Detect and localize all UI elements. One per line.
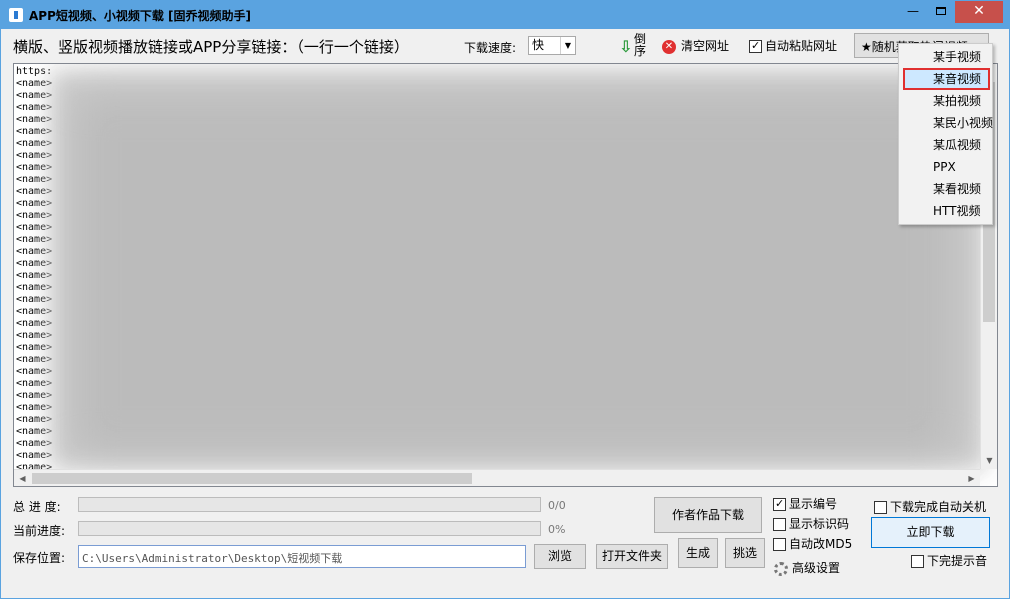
show-number-label: 显示编号 (789, 497, 838, 511)
url-textarea[interactable]: https: <name> <name> <name> <name> <name… (13, 63, 998, 487)
hot-video-dropdown-menu: 某手视频 某音视频 某拍视频 某民小视频 某瓜视频 PPX 某看视频 HTT视频 (898, 43, 993, 225)
open-folder-button[interactable]: 打开文件夹 (596, 544, 668, 569)
reverse-order-label: 倒序 (634, 32, 647, 58)
horizontal-scroll-thumb[interactable] (32, 473, 472, 484)
links-label: 横版、竖版视频播放链接或APP分享链接：（一行一个链接） (13, 38, 409, 56)
show-number-checkbox[interactable] (773, 497, 786, 511)
minimize-icon: — (907, 4, 919, 18)
dropdown-item[interactable]: 某音视频 (903, 68, 990, 90)
title-bar[interactable]: APP短视频、小视频下载 [固乔视频助手] — ✕ (1, 1, 1009, 29)
main-panel: 横版、竖版视频播放链接或APP分享链接：（一行一个链接） 下载速度: 快 ▼ ⇩… (9, 30, 1003, 593)
scroll-down-icon[interactable]: ▼ (981, 452, 997, 469)
browse-button[interactable]: 浏览 (534, 544, 586, 569)
clear-urls-button[interactable]: ✕ 清空网址 (662, 37, 729, 55)
speed-value: 快 (532, 38, 545, 52)
total-progress-bar (78, 497, 541, 512)
save-path-input[interactable]: C:\Users\Administrator\Desktop\短视频下载 (78, 545, 526, 568)
show-id-checkbox[interactable] (773, 518, 786, 531)
auto-shutdown-option[interactable]: 下载完成自动关机 (874, 498, 986, 515)
redacted-content-overlay (74, 94, 954, 454)
current-progress-label: 当前进度: (13, 524, 66, 538)
current-progress-value: 0% (548, 523, 566, 536)
window-title: APP短视频、小视频下载 [固乔视频助手] (29, 9, 252, 23)
speed-select[interactable]: 快 ▼ (528, 36, 576, 55)
advanced-settings-link[interactable]: 高级设置 (774, 559, 840, 576)
advanced-settings-label: 高级设置 (792, 561, 841, 575)
url-lines: https: <name> <name> <name> <name> <name… (16, 66, 53, 473)
completion-sound-option[interactable]: 下完提示音 (911, 552, 987, 569)
app-window: APP短视频、小视频下载 [固乔视频助手] — ✕ 横版、竖版视频播放链接或AP… (0, 0, 1010, 599)
dropdown-item[interactable]: 某手视频 (903, 46, 990, 68)
dropdown-item[interactable]: 某看视频 (903, 178, 990, 200)
save-location-label: 保存位置: (13, 551, 66, 565)
scroll-left-icon[interactable]: ◀ (14, 470, 31, 486)
auto-shutdown-label: 下载完成自动关机 (890, 500, 987, 514)
dropdown-item[interactable]: 某拍视频 (903, 90, 990, 112)
download-now-button[interactable]: 立即下载 (871, 517, 990, 548)
app-logo-icon (9, 8, 23, 22)
clear-icon: ✕ (662, 39, 676, 54)
completion-sound-checkbox[interactable] (911, 555, 924, 568)
dropdown-item[interactable]: PPX (903, 156, 990, 178)
autopaste-checkbox[interactable] (749, 39, 762, 53)
auto-shutdown-checkbox[interactable] (874, 501, 887, 514)
completion-sound-label: 下完提示音 (927, 554, 988, 568)
author-works-download-button[interactable]: 作者作品下载 (654, 497, 762, 533)
minimize-button[interactable]: — (899, 1, 927, 23)
dropdown-item[interactable]: HTT视频 (903, 200, 990, 222)
auto-md5-option[interactable]: 自动改MD5 (773, 535, 852, 552)
show-number-option[interactable]: 显示编号 (773, 495, 837, 512)
arrow-down-icon: ⇩ (619, 37, 633, 56)
auto-md5-label: 自动改MD5 (789, 537, 853, 551)
scroll-right-icon[interactable]: ▶ (963, 470, 980, 486)
maximize-button[interactable] (927, 1, 955, 23)
current-progress-bar (78, 521, 541, 536)
show-id-option[interactable]: 显示标识码 (773, 515, 849, 532)
auto-md5-checkbox[interactable] (773, 538, 786, 551)
autopaste-option[interactable]: 自动粘贴网址 (749, 37, 837, 54)
total-progress-label: 总 进 度: (13, 500, 61, 514)
clear-urls-label: 清空网址 (681, 39, 730, 53)
speed-label: 下载速度: (464, 41, 517, 55)
total-progress-value: 0/0 (548, 499, 566, 512)
pick-button[interactable]: 挑选 (725, 538, 765, 568)
horizontal-scrollbar[interactable]: ◀ ▶ (14, 469, 980, 486)
dropdown-item[interactable]: 某民小视频 (903, 112, 993, 134)
dropdown-item[interactable]: 某瓜视频 (903, 134, 990, 156)
close-icon: ✕ (973, 3, 985, 19)
reverse-order-button[interactable]: ⇩ 倒序 (619, 33, 649, 59)
close-button[interactable]: ✕ (955, 1, 1003, 23)
chevron-down-icon: ▼ (560, 37, 575, 54)
generate-button[interactable]: 生成 (678, 538, 718, 568)
show-id-label: 显示标识码 (789, 517, 850, 531)
autopaste-label: 自动粘贴网址 (765, 39, 838, 53)
maximize-icon (936, 7, 946, 15)
gear-icon (774, 561, 788, 576)
